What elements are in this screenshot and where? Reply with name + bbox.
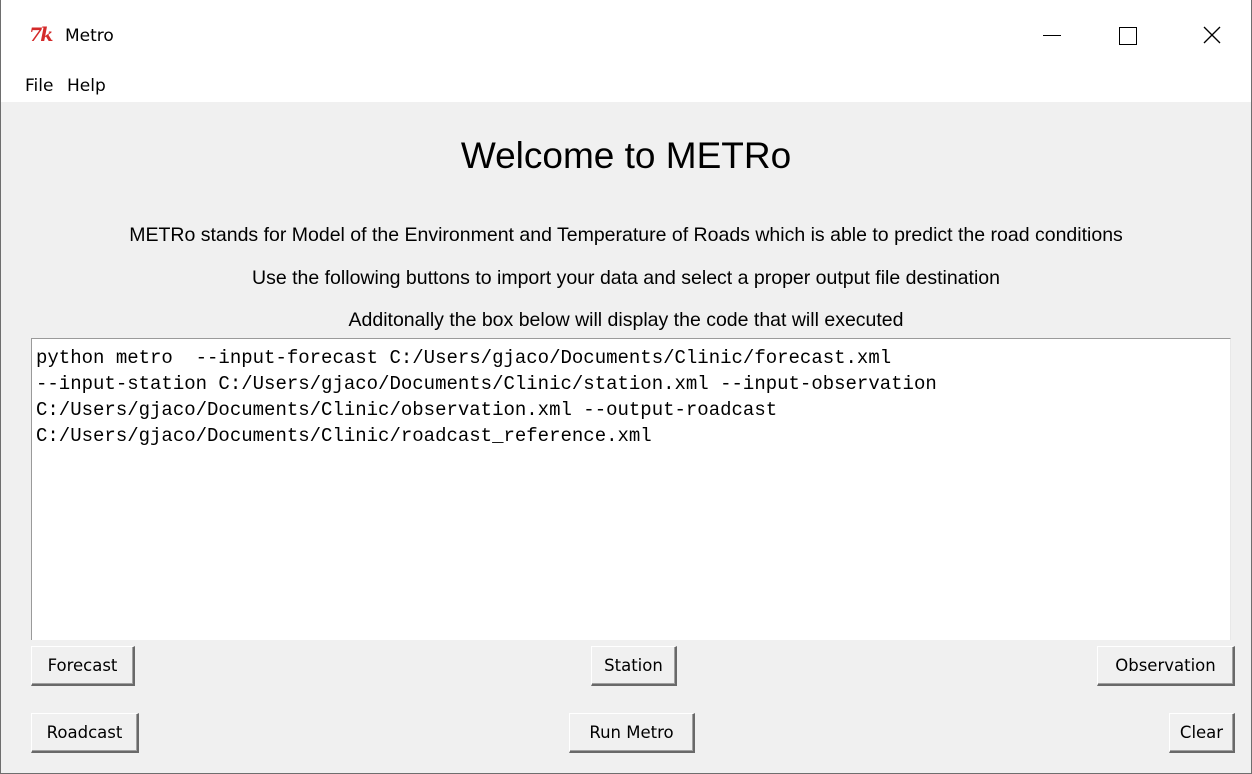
forecast-button[interactable]: Forecast <box>31 646 135 686</box>
command-line: --input-station C:/Users/gjaco/Documents… <box>36 373 937 395</box>
description-line: Use the following buttons to import your… <box>252 267 1000 289</box>
clear-button[interactable]: Clear <box>1169 713 1235 753</box>
description-line: Additonally the box below will display t… <box>348 309 904 331</box>
title-bar[interactable]: 7k Metro <box>1 0 1251 70</box>
window-title: Metro <box>65 26 114 46</box>
observation-button[interactable]: Observation <box>1097 646 1235 686</box>
minimize-button[interactable] <box>1003 0 1093 70</box>
menu-bar: File Help <box>1 70 1251 102</box>
command-preview-textbox[interactable]: python metro --input-forecast C:/Users/g… <box>31 338 1231 640</box>
station-button[interactable]: Station <box>591 646 677 686</box>
command-line: python metro --input-forecast C:/Users/g… <box>36 347 892 369</box>
app-window: 7k Metro File Help Welcome to METRo METR… <box>0 0 1252 774</box>
page-title: Welcome to METRo <box>460 135 792 176</box>
minimize-icon <box>1043 35 1061 36</box>
close-icon <box>1203 26 1221 44</box>
roadcast-button[interactable]: Roadcast <box>31 713 139 753</box>
maximize-icon <box>1119 27 1137 45</box>
tk-feather-icon: 7k <box>29 24 53 46</box>
run-metro-button[interactable]: Run Metro <box>569 713 695 753</box>
command-line: C:/Users/gjaco/Documents/Clinic/observat… <box>36 399 778 421</box>
close-button[interactable] <box>1163 0 1252 70</box>
command-line: C:/Users/gjaco/Documents/Clinic/roadcast… <box>36 425 652 447</box>
menu-help[interactable]: Help <box>67 75 106 97</box>
menu-file[interactable]: File <box>25 75 53 97</box>
description-line: METRo stands for Model of the Environmen… <box>129 224 1123 246</box>
